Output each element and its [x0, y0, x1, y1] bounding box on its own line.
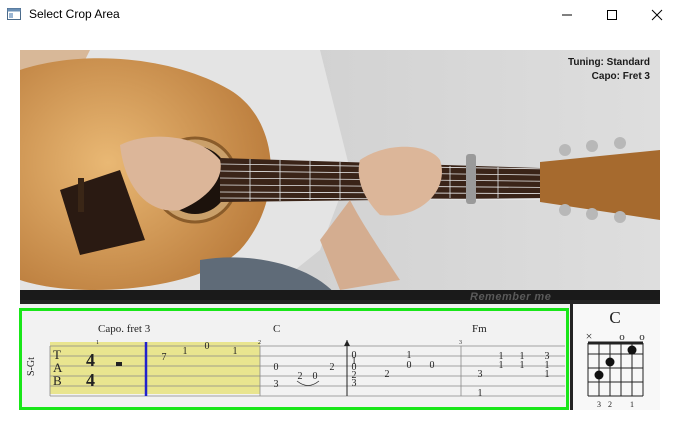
app-icon: [7, 8, 21, 20]
minimize-button[interactable]: [544, 0, 589, 30]
minimize-icon: [561, 14, 572, 16]
maximize-icon: [606, 10, 617, 20]
finger-number: 3: [597, 400, 601, 409]
watermark-text: Remember me: [470, 291, 552, 303]
chord-marker: ×: [586, 329, 593, 343]
window-title: Select Crop Area: [29, 7, 120, 21]
chord-marker: o: [639, 331, 645, 343]
window-titlebar: Select Crop Area: [0, 0, 679, 30]
chord-diagram-name: C: [609, 308, 620, 327]
chord-marker: o: [619, 331, 625, 343]
capo-overlay-label: Capo: Fret 3: [591, 71, 650, 82]
maximize-button[interactable]: [589, 0, 634, 30]
crop-selection-box[interactable]: [19, 308, 569, 410]
tuning-label: Tuning: Standard: [567, 57, 650, 68]
close-button[interactable]: [634, 0, 679, 30]
finger-number: 2: [608, 400, 612, 409]
close-icon: [651, 9, 662, 21]
finger-number: 1: [630, 400, 634, 409]
